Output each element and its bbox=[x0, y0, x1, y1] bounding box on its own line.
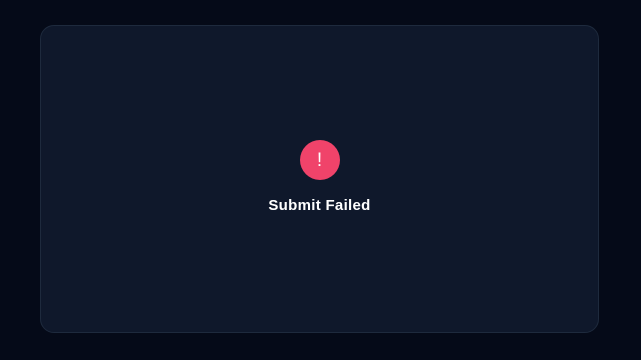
status-content: ! Submit Failed bbox=[41, 140, 598, 214]
status-title: Submit Failed bbox=[268, 197, 371, 214]
error-icon-glyph: ! bbox=[316, 149, 323, 171]
error-exclamation-icon: ! bbox=[299, 140, 340, 180]
status-panel: ! Submit Failed bbox=[40, 25, 599, 333]
